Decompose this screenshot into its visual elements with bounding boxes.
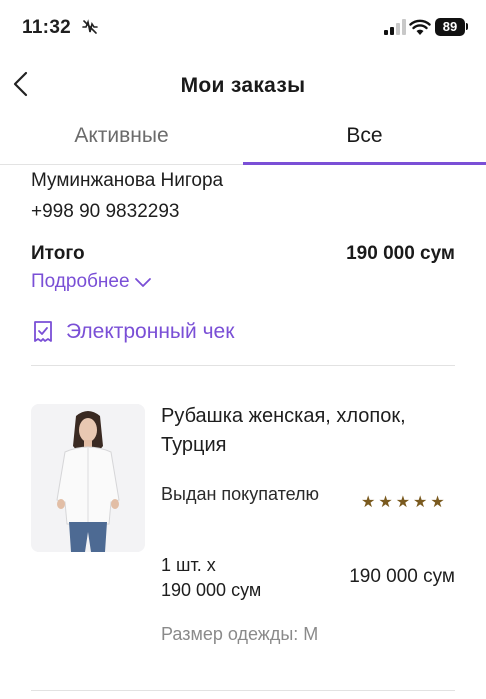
quantity-line-2: 190 000 сум — [161, 580, 262, 600]
details-link[interactable]: Подробнее — [31, 271, 152, 293]
order-status: Выдан покупателю — [161, 484, 320, 504]
quantity-line-1: 1 шт. x — [161, 555, 216, 575]
section-divider-bottom — [31, 690, 455, 691]
wifi-icon — [409, 19, 431, 35]
customer-name: Муминжанова Нигора — [31, 170, 224, 191]
battery-level: 89 — [435, 18, 465, 36]
receipt-icon — [34, 321, 52, 342]
chevron-down-icon — [134, 278, 151, 287]
product-name[interactable]: Рубашка женская, хлопок, Турция — [161, 402, 441, 460]
tab-all[interactable]: Все — [243, 124, 486, 166]
tab-active[interactable]: Активные — [0, 124, 243, 166]
line-total: 190 000 сум — [349, 566, 455, 587]
total-label: Итого — [31, 243, 85, 264]
star-icon: ★ — [378, 494, 393, 511]
cellular-signal-icon — [384, 19, 406, 35]
total-value: 190 000 сум — [346, 243, 455, 264]
status-time: 11:32 — [22, 17, 72, 38]
receipt-label: Электронный чек — [66, 320, 235, 343]
clothing-size: Размер одежды: M — [161, 624, 319, 644]
rating-stars[interactable]: ★ ★ ★ ★ ★ — [361, 494, 445, 512]
details-label: Подробнее — [31, 271, 130, 292]
battery-tip — [466, 23, 468, 30]
product-photo — [31, 404, 145, 552]
section-divider — [31, 365, 455, 366]
quantity-price: 1 шт. x 190 000 сум — [161, 553, 261, 603]
mute-icon — [82, 19, 98, 34]
electronic-receipt-button[interactable]: Электронный чек — [32, 320, 234, 344]
product-image[interactable] — [31, 404, 145, 552]
tab-selected-indicator — [243, 162, 486, 165]
star-icon: ★ — [361, 494, 376, 511]
star-icon: ★ — [413, 494, 428, 511]
star-icon: ★ — [395, 494, 411, 511]
customer-phone: +998 90 9832293 — [31, 201, 180, 222]
star-icon: ★ — [430, 494, 445, 511]
page-title: Мои заказы — [180, 74, 306, 97]
